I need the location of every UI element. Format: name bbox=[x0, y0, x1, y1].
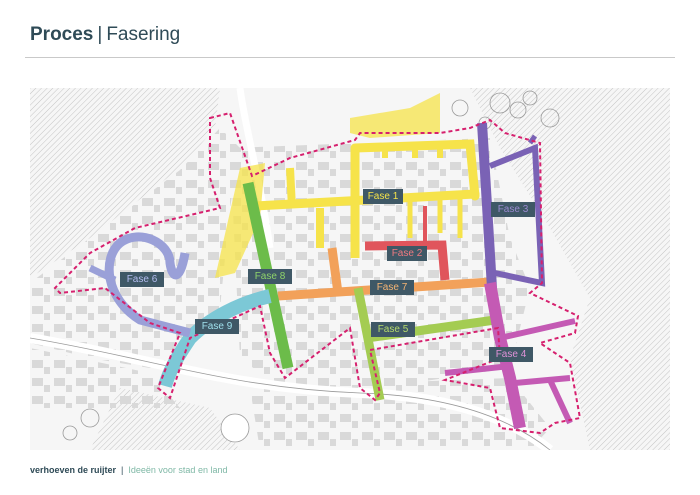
title-rest: Fasering bbox=[106, 24, 181, 45]
label-fase-9: Fase 9 bbox=[195, 319, 239, 334]
footer: verhoeven de ruijter | Ideeën voor stad en… bbox=[30, 465, 227, 475]
label-fase-7-text: Fase 7 bbox=[377, 282, 408, 293]
label-fase-8-text: Fase 8 bbox=[255, 271, 286, 282]
label-fase-4-text: Fase 4 bbox=[496, 349, 527, 360]
label-fase-3-text: Fase 3 bbox=[498, 204, 529, 215]
page-title: Proces | Fasering bbox=[30, 24, 180, 46]
label-fase-6-text: Fase 6 bbox=[127, 274, 158, 285]
title-bold: Proces bbox=[30, 24, 94, 45]
title-separator: | bbox=[97, 24, 103, 45]
label-fase-9-text: Fase 9 bbox=[202, 321, 233, 332]
label-fase-5-text: Fase 5 bbox=[378, 324, 409, 335]
label-fase-4: Fase 4 bbox=[489, 347, 533, 362]
footer-brand: verhoeven de ruijter bbox=[30, 465, 117, 475]
phasing-map: Fase 1 Fase 2 Fase 3 Fase 4 Fase 5 Fase … bbox=[30, 88, 670, 450]
label-fase-5: Fase 5 bbox=[371, 322, 415, 337]
label-fase-7: Fase 7 bbox=[370, 280, 414, 295]
footer-tagline: Ideeën voor stad en land bbox=[128, 465, 228, 475]
label-fase-6: Fase 6 bbox=[120, 272, 164, 287]
label-fase-3: Fase 3 bbox=[491, 202, 535, 217]
header-divider bbox=[25, 57, 675, 58]
footer-separator: | bbox=[121, 465, 124, 475]
label-fase-2-text: Fase 2 bbox=[392, 248, 423, 259]
label-fase-1: Fase 1 bbox=[363, 189, 403, 204]
label-fase-1-text: Fase 1 bbox=[368, 191, 399, 202]
label-fase-8: Fase 8 bbox=[248, 269, 292, 284]
label-fase-2: Fase 2 bbox=[387, 246, 427, 261]
